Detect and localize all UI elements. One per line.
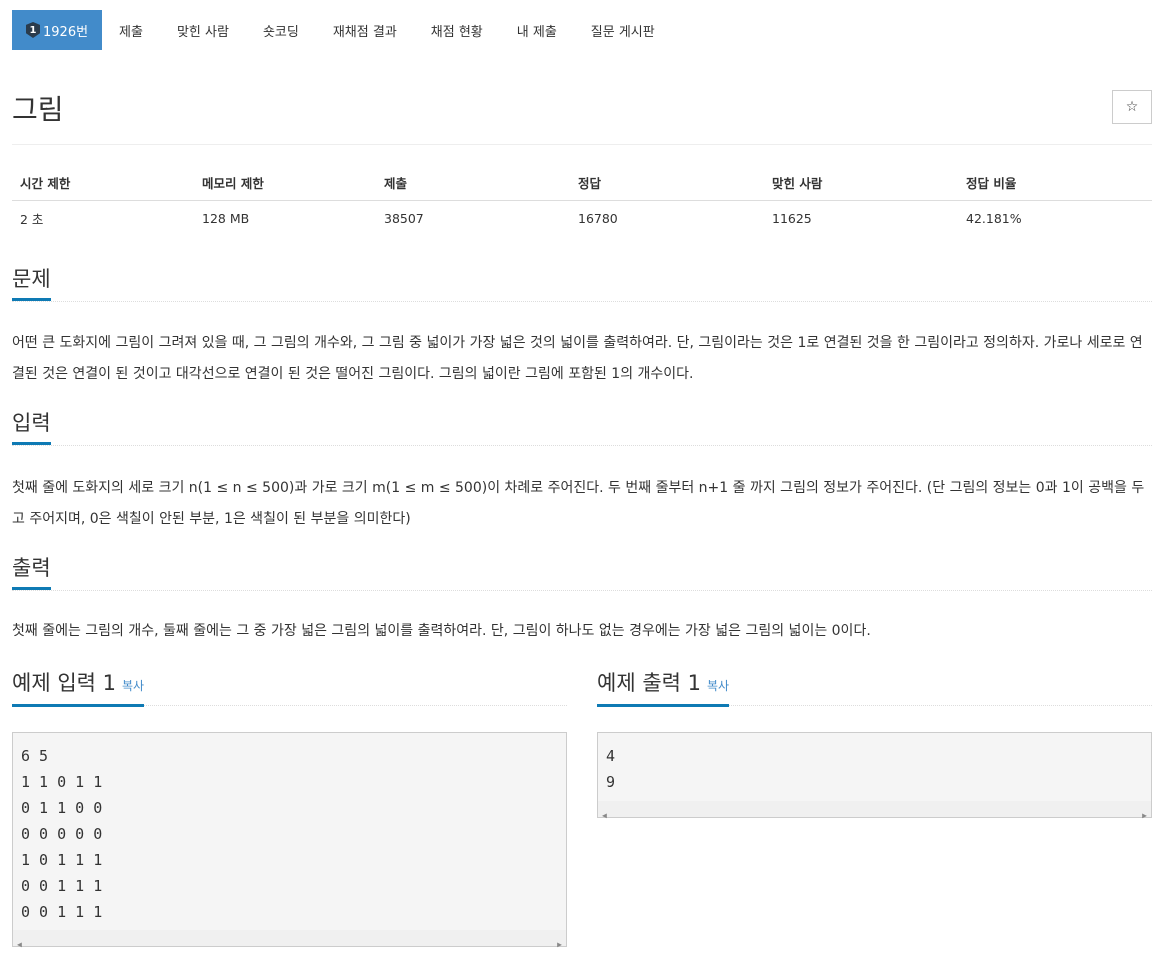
nav-tab-status[interactable]: 채점 현황 xyxy=(414,10,500,50)
title-divider xyxy=(12,144,1152,145)
sample-output-title: 예제 출력 1 xyxy=(597,671,701,695)
info-header-row: 시간 제한 메모리 제한 제출 정답 맞힌 사람 정답 비율 xyxy=(12,165,1152,201)
sample-output-line: 4 xyxy=(606,747,616,765)
sample-input-line: 0 0 1 1 1 xyxy=(21,903,103,921)
description-section-header: 문제 xyxy=(12,266,1152,302)
problem-title: 그림 xyxy=(12,93,64,126)
sample-input-line: 1 1 0 1 1 xyxy=(21,773,103,791)
sample-output-heading: 예제 출력 1 복사 xyxy=(597,670,730,707)
sample-input-scrollbar[interactable]: ◀ ▶ xyxy=(13,930,566,949)
info-header-accept-ratio: 정답 비율 xyxy=(958,165,1152,201)
star-icon: ☆ xyxy=(1125,99,1139,115)
info-value-row: 2 초 128 MB 38507 16780 11625 42.181% xyxy=(12,201,1152,237)
scroll-left-icon[interactable]: ◀ xyxy=(17,932,22,958)
input-text: 첫째 줄에 도화지의 세로 크기 n(1 ≤ n ≤ 500)과 가로 크기 m… xyxy=(12,480,1145,527)
sample-output-box: 4 9 ◀ ▶ xyxy=(597,732,1152,820)
info-header-solved-users: 맞힌 사람 xyxy=(764,165,958,201)
info-header-memory-limit: 메모리 제한 xyxy=(194,165,376,201)
output-text: 첫째 줄에는 그림의 개수, 둘째 줄에는 그 중 가장 넓은 그림의 넓이를 … xyxy=(12,623,871,639)
info-accept-ratio: 42.181% xyxy=(966,211,1022,227)
sample-input-box: 6 5 1 1 0 1 1 0 1 1 0 0 0 0 0 0 0 1 0 1 … xyxy=(12,732,567,949)
sample-input-line: 6 5 xyxy=(21,747,49,765)
description-heading: 문제 xyxy=(12,266,51,301)
info-solved-users: 11625 xyxy=(772,211,812,227)
problem-info-table: 시간 제한 메모리 제한 제출 정답 맞힌 사람 정답 비율 2 초 128 M… xyxy=(12,165,1152,237)
nav-tab-submit[interactable]: 제출 xyxy=(102,10,160,50)
output-heading: 출력 xyxy=(12,555,51,590)
nav-tab-rejudge[interactable]: 재채점 결과 xyxy=(316,10,414,50)
info-header-time-limit: 시간 제한 xyxy=(12,165,194,201)
info-header-accepted: 정답 xyxy=(570,165,764,201)
tier-badge-icon: 1 xyxy=(26,22,40,38)
sample-input-line: 0 0 0 0 0 xyxy=(21,825,103,843)
scroll-right-icon[interactable]: ▶ xyxy=(1142,803,1147,829)
output-section-header: 출력 xyxy=(12,555,1152,591)
nav-tab-my-submissions[interactable]: 내 제출 xyxy=(500,10,574,50)
sample-output-scrollbar[interactable]: ◀ ▶ xyxy=(598,801,1151,820)
nav-tab-short-coding[interactable]: 숏코딩 xyxy=(246,10,316,50)
info-submissions: 38507 xyxy=(384,211,424,227)
sample-input-line: 0 1 1 0 0 xyxy=(21,799,103,817)
sample-input-line: 1 0 1 1 1 xyxy=(21,851,103,869)
sample-input-copy-button[interactable]: 복사 xyxy=(122,679,144,693)
sample-input-header: 예제 입력 1 복사 xyxy=(12,670,567,707)
info-accepted: 16780 xyxy=(578,211,618,227)
info-memory-limit: 128 MB xyxy=(202,211,250,227)
sample-input-line: 0 0 1 1 1 xyxy=(21,877,103,895)
scroll-right-icon[interactable]: ▶ xyxy=(557,932,562,958)
nav-tab-problem-label: 1926번 xyxy=(43,24,89,40)
sample-input-title: 예제 입력 1 xyxy=(12,671,116,695)
sample-output-copy-button[interactable]: 복사 xyxy=(707,679,729,693)
sample-input-heading: 예제 입력 1 복사 xyxy=(12,670,145,707)
input-heading: 입력 xyxy=(12,410,51,445)
info-header-submissions: 제출 xyxy=(376,165,570,201)
star-button[interactable]: ☆ xyxy=(1112,90,1152,124)
problem-nav: 1 1926번 제출 맞힌 사람 숏코딩 재채점 결과 채점 현황 내 제출 질… xyxy=(12,10,672,50)
nav-tab-solved-users[interactable]: 맞힌 사람 xyxy=(160,10,246,50)
input-section-header: 입력 xyxy=(12,410,1152,446)
sample-output-header: 예제 출력 1 복사 xyxy=(597,670,1152,707)
info-time-limit: 2 초 xyxy=(20,212,44,228)
nav-tab-qna-board[interactable]: 질문 게시판 xyxy=(574,10,672,50)
nav-tab-problem[interactable]: 1 1926번 xyxy=(12,10,103,50)
sample-output-line: 9 xyxy=(606,773,616,791)
description-text: 어떤 큰 도화지에 그림이 그려져 있을 때, 그 그림의 개수와, 그 그림 … xyxy=(12,335,1143,382)
scroll-left-icon[interactable]: ◀ xyxy=(602,803,607,829)
